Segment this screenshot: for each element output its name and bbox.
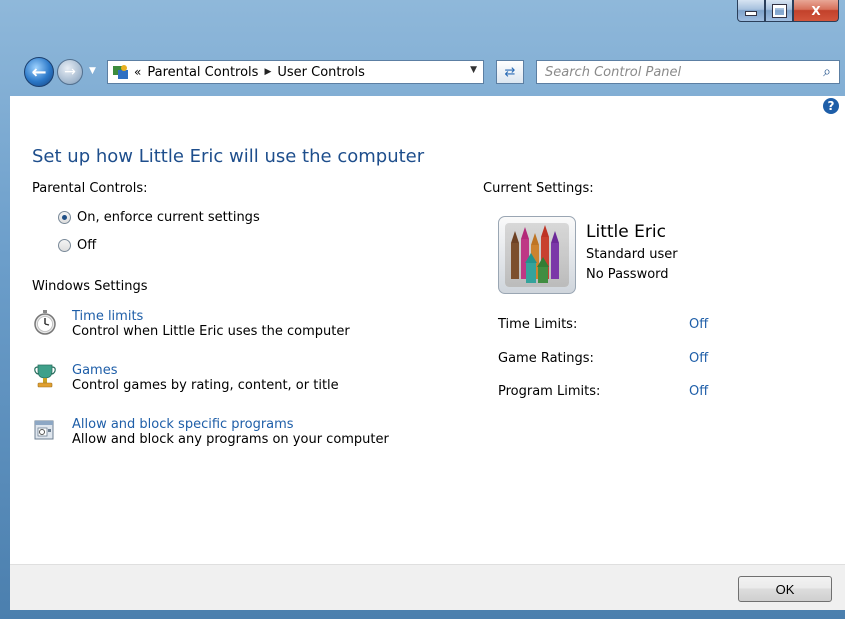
back-arrow-icon: ← <box>31 61 47 83</box>
close-button[interactable]: X <box>793 0 839 22</box>
task-allow-block-programs: Allow and block specific programs Allow … <box>32 417 389 447</box>
forward-arrow-icon: → <box>64 64 76 80</box>
task-games: Games Control games by rating, content, … <box>32 363 339 393</box>
setting-game-ratings-value: Off <box>689 351 709 366</box>
radio-on-indicator[interactable] <box>58 211 71 224</box>
current-settings-label: Current Settings: <box>483 181 594 196</box>
recent-pages-dropdown[interactable]: ▼ <box>89 66 96 76</box>
task-time-limits: Time limits Control when Little Eric use… <box>32 309 350 339</box>
setting-game-ratings-label: Game Ratings: <box>498 351 594 366</box>
setting-program-limits-value: Off <box>689 384 709 399</box>
window-controls: X <box>737 0 839 22</box>
address-bar[interactable]: « Parental Controls ▶ User Controls ▼ <box>107 60 484 84</box>
games-desc: Control games by rating, content, or tit… <box>72 378 339 393</box>
radio-on[interactable]: On, enforce current settings <box>58 210 260 225</box>
search-box[interactable]: Search Control Panel ⌕ <box>536 60 840 84</box>
breadcrumb-parental-controls[interactable]: Parental Controls <box>147 65 258 80</box>
stopwatch-icon <box>34 310 56 335</box>
setting-time-limits-value: Off <box>689 317 709 332</box>
close-icon: X <box>811 3 821 18</box>
button-bar: OK <box>10 564 845 610</box>
user-name: Little Eric <box>586 222 666 242</box>
setting-program-limits-label: Program Limits: <box>498 384 601 399</box>
breadcrumb-separator-icon[interactable]: ▶ <box>264 67 271 77</box>
parental-controls-label: Parental Controls: <box>32 181 148 196</box>
back-button[interactable]: ← <box>24 57 54 87</box>
radio-off[interactable]: Off <box>58 238 96 253</box>
program-window-icon <box>34 420 54 440</box>
allow-block-programs-desc: Allow and block any programs on your com… <box>72 432 389 447</box>
crayons-icon <box>505 223 569 287</box>
ok-button[interactable]: OK <box>738 576 832 602</box>
minimize-icon <box>745 11 757 16</box>
address-dropdown-icon[interactable]: ▼ <box>470 65 477 75</box>
allow-block-programs-link[interactable]: Allow and block specific programs <box>72 417 389 432</box>
forward-button[interactable]: → <box>57 59 83 85</box>
games-link[interactable]: Games <box>72 363 339 378</box>
breadcrumb-user-controls[interactable]: User Controls <box>277 65 365 80</box>
content-pane: ? Set up how Little Eric will use the co… <box>10 96 845 564</box>
radio-off-label[interactable]: Off <box>77 238 96 253</box>
user-password-status: No Password <box>586 267 669 282</box>
search-input[interactable]: Search Control Panel <box>545 65 815 80</box>
refresh-icon: ⇄ <box>504 64 516 80</box>
title-bar[interactable]: X <box>0 0 845 44</box>
maximize-button[interactable] <box>765 0 793 22</box>
radio-on-label[interactable]: On, enforce current settings <box>77 210 260 225</box>
radio-off-indicator[interactable] <box>58 239 71 252</box>
maximize-icon <box>772 4 786 17</box>
control-panel-icon <box>113 65 128 79</box>
time-limits-desc: Control when Little Eric uses the comput… <box>72 324 350 339</box>
refresh-button[interactable]: ⇄ <box>496 60 524 84</box>
trophy-icon <box>34 364 56 388</box>
setting-time-limits-label: Time Limits: <box>498 317 578 332</box>
page-title: Set up how Little Eric will use the comp… <box>32 146 425 167</box>
user-type: Standard user <box>586 247 678 262</box>
help-icon[interactable]: ? <box>823 98 839 114</box>
address-overflow-chevron[interactable]: « <box>134 65 141 79</box>
avatar <box>498 216 576 294</box>
time-limits-link[interactable]: Time limits <box>72 309 350 324</box>
search-icon[interactable]: ⌕ <box>815 64 839 80</box>
minimize-button[interactable] <box>737 0 765 22</box>
windows-settings-label: Windows Settings <box>32 279 148 294</box>
